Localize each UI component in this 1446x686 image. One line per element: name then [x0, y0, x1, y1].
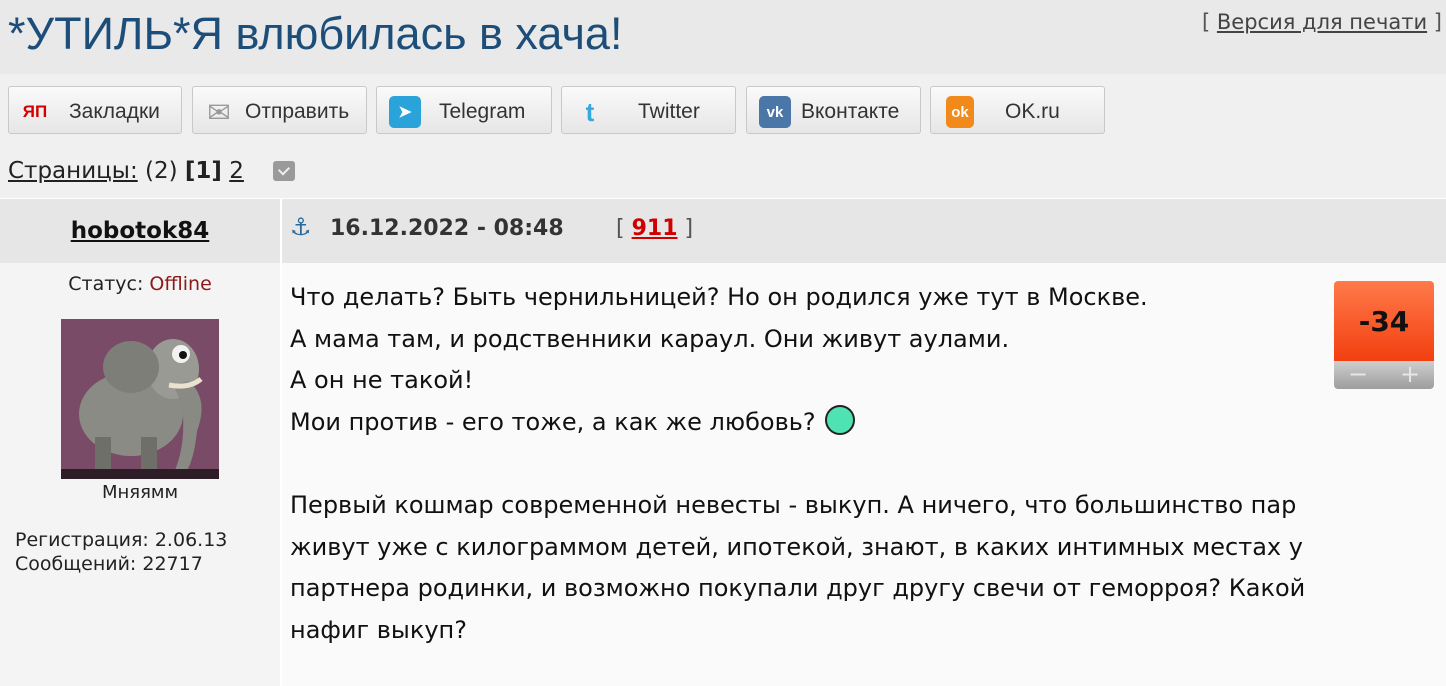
twitter-label: Twitter	[638, 100, 700, 123]
mail-icon: ✉	[207, 96, 231, 128]
pages-link[interactable]: Страницы:	[8, 158, 138, 184]
post-line: Мои против - его тоже, а как же любовь?	[290, 407, 816, 436]
bookmarks-button[interactable]: ЯП Закладки	[8, 86, 182, 134]
page-dropdown-icon[interactable]	[273, 160, 296, 181]
post-number-open: [	[616, 216, 625, 241]
print-version-link[interactable]: Версия для печати	[1217, 10, 1427, 34]
anchor-icon[interactable]: ⚓	[290, 213, 312, 241]
twitter-button[interactable]: t Twitter	[561, 86, 736, 134]
pagination: Страницы: (2) [1] 2	[8, 158, 296, 184]
send-email-button[interactable]: ✉ Отправить	[192, 86, 367, 134]
rating-value: -34	[1334, 281, 1434, 361]
print-version: [ Версия для печати ]	[1202, 10, 1442, 34]
author-status: Статус: Offline	[0, 273, 280, 295]
page-2-link[interactable]: 2	[229, 158, 244, 184]
post-header: ⚓ 16.12.2022 - 08:48 [ 911 ]	[282, 199, 1446, 263]
vkontakte-button[interactable]: vk Вконтакте	[746, 86, 921, 134]
status-label: Статус:	[68, 273, 144, 295]
post-text: Что делать? Быть чернильницей? Но он род…	[290, 277, 1330, 651]
pages-total: (2)	[145, 158, 178, 184]
post-line: Что делать? Быть чернильницей? Но он род…	[290, 283, 1148, 311]
telegram-label: Telegram	[439, 100, 526, 123]
registration-date: Регистрация: 2.06.13	[15, 529, 228, 551]
vkontakte-label: Вконтакте	[801, 100, 900, 123]
post-date: 16.12.2022 - 08:48	[330, 216, 564, 241]
current-page: [1]	[184, 158, 222, 184]
bookmarks-label: Закладки	[69, 100, 160, 123]
post-paragraph: Первый кошмар современной невесты - выку…	[290, 490, 1306, 644]
post-number-close: ]	[684, 216, 694, 241]
telegram-icon: ➤	[389, 96, 421, 128]
author-header: hobotok84	[0, 199, 282, 263]
odnoklassniki-button[interactable]: ok OK.ru	[930, 86, 1105, 134]
author-nick: Мняямм	[101, 482, 179, 503]
elephant-avatar-image	[61, 319, 219, 479]
message-count: Сообщений: 22717	[15, 553, 203, 575]
yap-icon: ЯП	[22, 102, 48, 121]
print-bracket-open: [	[1202, 10, 1211, 34]
rating-plus-button[interactable]: +	[1400, 361, 1420, 387]
ok-icon: ok	[946, 96, 974, 128]
send-label: Отправить	[245, 100, 350, 123]
status-value: Offline	[149, 273, 212, 295]
post-rating: -34 − +	[1334, 281, 1434, 391]
ok-label: OK.ru	[1005, 100, 1060, 123]
avatar[interactable]	[61, 319, 219, 479]
twitter-icon: t	[585, 96, 595, 127]
post-line-with-smiley: Мои против - его тоже, а как же любовь?	[290, 402, 1330, 444]
author-name-link[interactable]: hobotok84	[71, 218, 210, 244]
print-bracket-close: ]	[1433, 10, 1442, 34]
post-number: [ 911 ]	[616, 216, 693, 241]
post-line: А он не такой!	[290, 366, 474, 395]
telegram-button[interactable]: ➤ Telegram	[376, 86, 552, 134]
page-title: *УТИЛЬ*Я влюбилась в хача!	[8, 8, 623, 59]
vk-icon: vk	[759, 96, 791, 128]
rating-controls: − +	[1334, 361, 1434, 389]
post-number-link[interactable]: 911	[632, 216, 678, 241]
rating-minus-button[interactable]: −	[1348, 361, 1368, 387]
smiley-icon	[825, 404, 856, 435]
post-line: А мама там, и родственники караул. Они ж…	[290, 324, 1010, 353]
post-body: Что делать? Быть чернильницей? Но он род…	[282, 263, 1446, 686]
author-panel: Статус: Offline Мняямм Регистрация: 2.06…	[0, 263, 282, 686]
page-header: *УТИЛЬ*Я влюбилась в хача! [ Версия для …	[0, 0, 1446, 74]
